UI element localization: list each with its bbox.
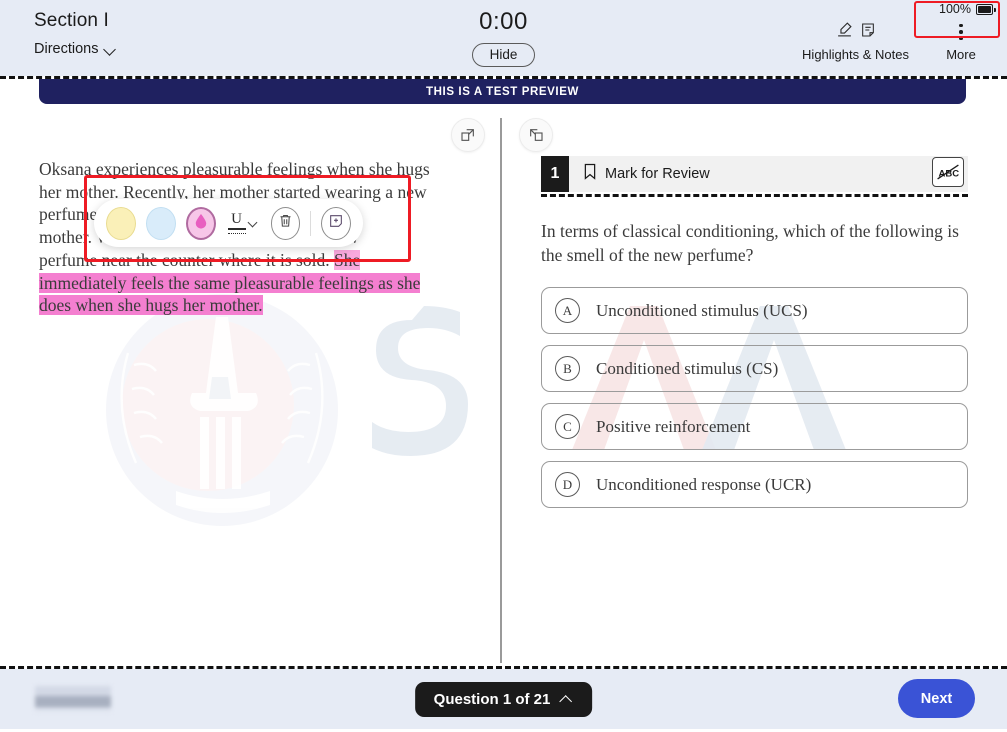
choice-text: Unconditioned response (UCR) [596,474,812,494]
highlight-color-yellow[interactable] [106,206,136,240]
battery-icon [976,3,996,15]
note-plus-icon [328,213,344,234]
choice-letter: C [555,414,580,439]
cross-out-answers-button[interactable]: ABC [932,157,964,187]
app-header: Section I Directions 0:00 Hide Highlight… [0,0,1007,76]
highlights-notes-icons [802,22,909,42]
highlight-color-blue[interactable] [145,206,176,240]
battery-percent-label: 100% [939,2,971,16]
choice-letter: D [555,472,580,497]
toolbar-divider [310,210,312,236]
answer-choices: A Unconditioned stimulus (UCS) B Conditi… [541,287,968,508]
chevron-down-icon [249,218,259,228]
mark-for-review-label: Mark for Review [605,166,710,182]
highlights-notes-label: Highlights & Notes [802,47,909,62]
highlight-color-pink-selected[interactable] [185,206,216,240]
underline-glyph-label: U [231,211,242,228]
choice-text: Unconditioned stimulus (UCS) [596,300,808,320]
user-name-redacted [35,686,111,712]
question-header: 1 Mark for Review ABC [541,156,968,192]
passage-segment: perfume near the counter where it is sol… [39,249,334,270]
mark-for-review-button[interactable]: Mark for Review [583,163,710,185]
passage-line: Oksana experiences pleasurable feelings … [39,159,430,179]
battery-status-group: 100% [939,2,996,16]
highlight-toolbar: U [94,199,363,247]
hide-timer-button[interactable]: Hide [471,43,536,67]
answer-choice-d[interactable]: D Unconditioned response (UCR) [541,461,968,508]
highlighted-text[interactable]: immediately feels the same pleasurable f… [39,272,421,293]
droplet-icon [194,213,208,234]
bookmark-icon [583,163,597,185]
more-label: More [946,47,976,62]
choice-letter: A [555,298,580,323]
note-document-icon [860,22,876,43]
passage-line: perfume near the counter where it is sol… [39,249,449,272]
question-number-badge: 1 [541,156,569,192]
highlights-notes-button[interactable]: Highlights & Notes [802,22,909,62]
expand-right-panel-icon[interactable] [519,118,553,152]
question-navigator-button[interactable]: Question 1 of 21 [414,682,593,717]
underline-style-dropdown[interactable]: U [226,211,261,234]
more-menu-button[interactable]: More [929,22,993,62]
question-dashed-divider [541,194,968,197]
answer-choice-b[interactable]: B Conditioned stimulus (CS) [541,345,968,392]
passage-segment: perfume [39,204,98,225]
highlighter-pen-icon [836,21,853,43]
answer-choice-c[interactable]: C Positive reinforcement [541,403,968,450]
highlighted-text[interactable]: does when she hugs her mother. [39,295,263,316]
choice-text: Conditioned stimulus (CS) [596,358,779,378]
test-preview-app: Section I Directions 0:00 Hide Highlight… [0,0,1007,732]
question-panel: 1 Mark for Review ABC In terms of classi… [541,156,968,508]
next-button[interactable]: Next [898,679,975,718]
choice-letter: B [555,356,580,381]
choice-text: Positive reinforcement [596,416,751,436]
add-note-button[interactable] [321,206,351,240]
header-right-group: Highlights & Notes More [802,22,993,62]
panel-divider [500,118,503,663]
test-preview-banner: THIS IS A TEST PREVIEW [39,79,966,104]
chevron-up-icon [560,693,573,706]
underline-icon: U [227,211,246,234]
highlighted-text[interactable]: She [333,249,361,270]
expand-left-panel-icon[interactable] [451,118,485,152]
trash-icon [278,213,293,233]
question-stem: In terms of classical conditioning, whic… [541,221,959,265]
question-count-label: Question 1 of 21 [433,691,551,708]
passage-line: immediately feels the same pleasurable f… [39,272,449,295]
institution-seal-watermark [88,293,356,528]
svg-text:ABC: ABC [938,168,959,179]
delete-highlight-button[interactable] [270,206,301,240]
passage-line: does when she hugs her mother. [39,294,449,317]
answer-choice-a[interactable]: A Unconditioned stimulus (UCS) [541,287,968,334]
three-dots-icon [929,22,993,42]
